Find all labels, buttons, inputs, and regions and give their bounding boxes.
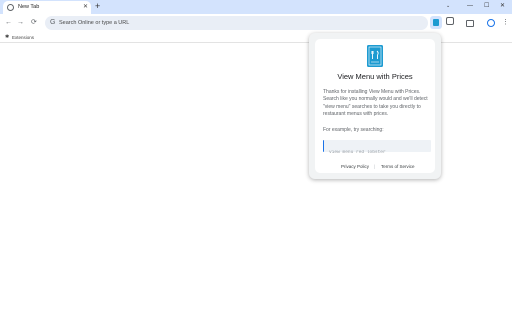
popup-card: View Menu with Prices Thanks for install… [315,39,435,173]
forward-button[interactable]: → [17,17,24,29]
new-tab-button[interactable]: + [95,1,100,12]
google-icon: G [50,19,56,26]
terms-of-service-link[interactable]: Terms of Service [381,163,415,170]
tab-strip: New Tab ✕ + ⌄ — ☐ ✕ [0,0,512,14]
menu-book-icon [433,19,439,26]
privacy-policy-link[interactable]: Privacy Policy [341,163,369,170]
example-label: For example, try searching: [323,127,384,133]
address-bar[interactable]: G Search Online or type a URL [45,16,428,30]
browser-toolbar: ← → ⟳ G Search Online or type a URL ⋮ [0,14,512,32]
popup-description: Thanks for installing View Menu with Pri… [323,89,428,117]
reload-button[interactable]: ⟳ [31,17,37,29]
chrome-favicon-icon [7,4,14,11]
side-panel-icon[interactable] [466,20,474,27]
tab-search-icon[interactable]: ⌄ [446,1,450,12]
example-search-field[interactable] [323,140,431,159]
close-window-button[interactable]: ✕ [500,1,505,12]
extensions-bookmark-icon: ✱ [5,34,10,40]
extension-popup: View Menu with Prices Thanks for install… [309,33,441,179]
popup-footer-links: Privacy Policy | Terms of Service [315,163,435,171]
tab-close-icon[interactable]: ✕ [83,3,88,11]
back-button[interactable]: ← [5,17,12,29]
address-bar-placeholder[interactable]: Search Online or type a URL [59,19,129,27]
menu-book-icon [367,45,383,67]
bookmark-extensions[interactable]: Extensions [12,34,34,41]
extensions-puzzle-icon[interactable] [446,17,454,25]
maximize-button[interactable]: ☐ [484,1,489,12]
minimize-button[interactable]: — [467,1,473,12]
view-menu-extension-button[interactable] [430,16,442,29]
tab-title: New Tab [18,4,40,10]
popup-title: View Menu with Prices [337,72,413,81]
profile-avatar-icon[interactable] [487,19,495,27]
example-search-input[interactable] [324,146,431,159]
link-separator: | [374,164,376,169]
tab-new-tab[interactable]: New Tab ✕ [3,1,91,14]
chrome-menu-icon[interactable]: ⋮ [502,17,509,29]
